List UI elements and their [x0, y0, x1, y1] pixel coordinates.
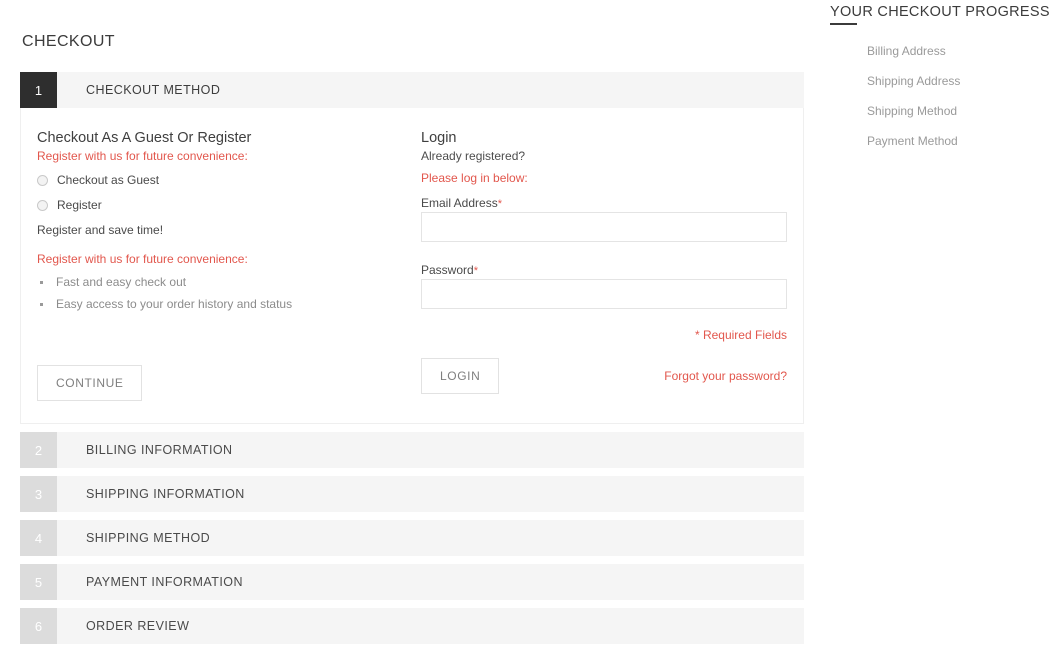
step-title-checkout-method: CHECKOUT METHOD: [86, 83, 221, 97]
step-header-shipping-information[interactable]: 3 SHIPPING INFORMATION: [20, 476, 804, 512]
radio-option-register[interactable]: Register: [37, 198, 409, 212]
step-header-checkout-method[interactable]: 1 CHECKOUT METHOD: [20, 72, 804, 108]
checkout-accordion: 1 CHECKOUT METHOD Checkout As A Guest Or…: [20, 72, 804, 644]
step-number-3: 3: [20, 476, 57, 512]
checkout-page: CHECKOUT 1 CHECKOUT METHOD Checkout As A…: [0, 0, 1051, 663]
register-save-time-text: Register and save time!: [37, 223, 164, 237]
checkout-step-shipping-information: 3 SHIPPING INFORMATION: [20, 476, 804, 512]
register-note-bottom: Register with us for future convenience:: [37, 252, 248, 266]
list-item: Fast and easy check out: [39, 275, 409, 289]
step-number-5: 5: [20, 564, 57, 600]
sidebar-item-shipping-address[interactable]: Shipping Address: [867, 74, 1051, 88]
step-title-shipping-method: SHIPPING METHOD: [86, 531, 211, 545]
step-header-shipping-method[interactable]: 4 SHIPPING METHOD: [20, 520, 804, 556]
password-field-label: Password*: [421, 263, 478, 277]
radio-icon-guest[interactable]: [37, 174, 48, 186]
step-number-6: 6: [20, 608, 57, 644]
step-header-payment-information[interactable]: 5 PAYMENT INFORMATION: [20, 564, 804, 600]
step-title-billing-information: BILLING INFORMATION: [86, 443, 233, 457]
step-title-payment-information: PAYMENT INFORMATION: [86, 575, 243, 589]
step-title-shipping-information: SHIPPING INFORMATION: [86, 487, 245, 501]
sidebar-item-shipping-method[interactable]: Shipping Method: [867, 104, 1051, 118]
page-title: CHECKOUT: [22, 33, 115, 50]
radio-icon-register[interactable]: [37, 199, 48, 211]
sidebar-title: YOUR CHECKOUT PROGRESS: [830, 0, 1051, 29]
checkout-progress-list: Billing Address Shipping Address Shippin…: [830, 29, 1051, 148]
register-benefits-list: Fast and easy check out Easy access to y…: [37, 275, 409, 311]
checkout-step-checkout-method: 1 CHECKOUT METHOD Checkout As A Guest Or…: [20, 72, 804, 424]
guest-register-heading: Checkout As A Guest Or Register: [37, 130, 252, 146]
login-column: Login Already registered? Please log in …: [409, 128, 787, 401]
guest-register-column: Checkout As A Guest Or Register Register…: [37, 128, 409, 401]
required-fields-note: * Required Fields: [694, 328, 787, 342]
step-number-2: 2: [20, 432, 57, 468]
checkout-step-payment-information: 5 PAYMENT INFORMATION: [20, 564, 804, 600]
radio-label-register: Register: [57, 198, 102, 212]
required-marker-email: *: [497, 198, 502, 210]
login-button[interactable]: LOGIN: [421, 358, 500, 394]
password-label-text: Password: [421, 263, 474, 277]
sidebar-item-payment-method[interactable]: Payment Method: [867, 134, 1051, 148]
step-title-order-review: ORDER REVIEW: [86, 619, 190, 633]
continue-button[interactable]: CONTINUE: [37, 365, 143, 401]
sidebar-item-billing-address[interactable]: Billing Address: [867, 44, 1051, 58]
step-number-1: 1: [20, 72, 57, 108]
please-log-in-text: Please log in below:: [421, 171, 528, 185]
checkout-main-column: CHECKOUT 1 CHECKOUT METHOD Checkout As A…: [20, 0, 804, 652]
email-label-text: Email Address: [421, 196, 498, 210]
checkout-progress-sidebar: YOUR CHECKOUT PROGRESS Billing Address S…: [830, 0, 1051, 164]
forgot-password-link[interactable]: Forgot your password?: [664, 369, 787, 383]
login-actions-row: LOGIN Forgot your password?: [421, 358, 787, 394]
list-item: Easy access to your order history and st…: [39, 297, 409, 311]
step-body-checkout-method: Checkout As A Guest Or Register Register…: [20, 108, 804, 424]
password-field[interactable]: [421, 279, 787, 309]
checkout-step-shipping-method: 4 SHIPPING METHOD: [20, 520, 804, 556]
step-number-4: 4: [20, 520, 57, 556]
step-header-order-review[interactable]: 6 ORDER REVIEW: [20, 608, 804, 644]
already-registered-text: Already registered?: [421, 149, 526, 163]
radio-label-guest: Checkout as Guest: [57, 173, 160, 187]
register-note-top: Register with us for future convenience:: [37, 149, 248, 163]
radio-option-checkout-as-guest[interactable]: Checkout as Guest: [37, 173, 409, 187]
required-marker-password: *: [473, 265, 478, 277]
email-field[interactable]: [421, 212, 787, 242]
step-header-billing-information[interactable]: 2 BILLING INFORMATION: [20, 432, 804, 468]
checkout-step-order-review: 6 ORDER REVIEW: [20, 608, 804, 644]
email-field-label: Email Address*: [421, 196, 502, 210]
checkout-step-billing-information: 2 BILLING INFORMATION: [20, 432, 804, 468]
login-heading: Login: [421, 130, 457, 146]
